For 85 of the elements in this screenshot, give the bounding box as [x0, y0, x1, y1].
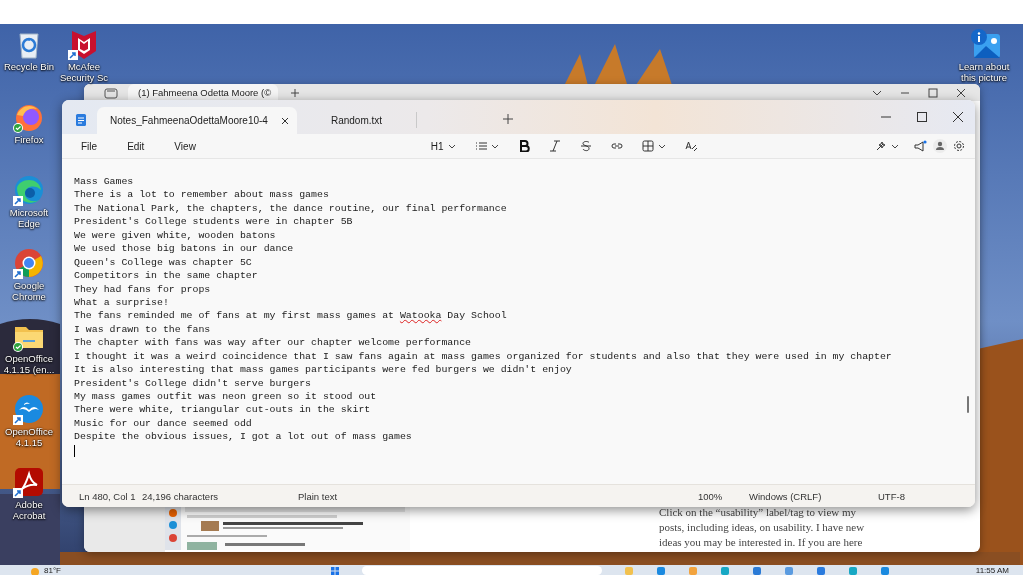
- list-icon: [474, 140, 487, 152]
- bold-icon: [517, 140, 530, 152]
- maximize-icon[interactable]: [917, 112, 927, 122]
- close-icon[interactable]: [281, 116, 289, 125]
- taskbar-app-icon[interactable]: [880, 566, 890, 575]
- windows-start-icon[interactable]: [330, 566, 340, 575]
- gulls-icon[interactable]: [13, 393, 45, 425]
- status-item: 24,196 characters: [142, 490, 220, 502]
- text-line: What a surprise!: [74, 295, 169, 310]
- heading-dropdown[interactable]: H1: [422, 137, 464, 155]
- account-icon[interactable]: [933, 139, 947, 153]
- text-line: Music for our dance seemed odd: [74, 416, 252, 431]
- text-line: The National Park, the chapters, the dance routine, our final performance: [74, 201, 507, 216]
- text-line: President's College students were in chapter 5B: [74, 215, 353, 229]
- icon-label: Adobe Acrobat: [11, 500, 47, 521]
- chrome-icon[interactable]: [13, 247, 45, 279]
- icon-label: McAfee Security Sc: [58, 62, 109, 83]
- wave-globe-icon[interactable]: [13, 174, 45, 206]
- text-line: They had fans for props: [74, 282, 211, 296]
- icon-label: OpenOffice 4.1.15: [4, 427, 54, 448]
- icon-label: Google Chrome: [11, 281, 47, 302]
- file-tab[interactable]: Notes_FahmeenaOdettaMoore10-4: [97, 107, 297, 134]
- link-icon: [610, 140, 623, 152]
- menu-item[interactable]: View: [166, 137, 204, 155]
- text-line: President's College didn't serve burgers: [74, 376, 312, 390]
- text-cursor: [74, 444, 75, 457]
- chevron-down-icon: [657, 142, 666, 150]
- status-item: Plain text: [298, 490, 339, 502]
- tab-actions-icon[interactable]: [104, 86, 118, 99]
- taskbar-app-icon[interactable]: [784, 566, 794, 575]
- italic-icon: [548, 140, 561, 152]
- text-line: I thought it was a weird coincidence that I saw fans again at mass games organized for students and also that they were used in my chapter: [74, 349, 892, 364]
- menu-item[interactable]: Edit: [119, 137, 153, 155]
- file-tab[interactable]: Random.txt: [297, 112, 417, 128]
- text-line: My mass games outfit was neon green so it stood out: [74, 390, 377, 404]
- document-icon[interactable]: [13, 466, 45, 498]
- status-item: UTF-8: [878, 490, 906, 502]
- chevron-down-icon: [447, 142, 456, 150]
- taskbar-app-icon[interactable]: [816, 566, 826, 575]
- text-line: The chapter with fans was way after our chapter welcome performance: [74, 336, 472, 350]
- text-line: The fans reminded me of fans at my first mass games at Watooka Day School: [74, 309, 507, 323]
- menu-item[interactable]: File: [73, 137, 106, 155]
- blog-text-line: posts, including ideas, on usability. I have new: [659, 520, 866, 535]
- text-line: We were given white, wooden batons: [74, 228, 276, 243]
- taskbar-app-icon[interactable]: [848, 566, 858, 575]
- notepad-icon: [75, 113, 87, 127]
- status-item: 100%: [698, 490, 724, 502]
- chevron-down-icon: [490, 142, 499, 150]
- close-icon[interactable]: [956, 87, 966, 98]
- blog-text-line: ideas you may be interested in. If you are here: [659, 535, 864, 550]
- table-icon: [641, 140, 654, 152]
- blog-text-line: Click on the “usability” label/tag to view my: [659, 505, 858, 520]
- clock[interactable]: 11:55 AM: [975, 565, 1009, 575]
- text-line: There is a lot to remember about mass games: [74, 188, 329, 202]
- text-line: Competitors in the same chapter: [74, 269, 258, 283]
- text-line: Queen's College was chapter 5C: [74, 255, 252, 270]
- chevron-down-icon: [891, 142, 899, 150]
- text-line: I was drawn to the fans: [74, 322, 211, 337]
- status-item: Ln 480, Col 1: [79, 490, 137, 502]
- new-tab-icon[interactable]: [290, 87, 300, 98]
- megaphone-icon[interactable]: [913, 139, 927, 153]
- new-tab-icon[interactable]: [503, 114, 513, 124]
- icon-label: Firefox: [13, 135, 45, 146]
- close-icon[interactable]: [953, 112, 963, 122]
- icon-label: OpenOffice 4.1.15 (en...: [2, 354, 56, 375]
- text-line: It is also interesting that mass games participants were fed burgers we didn't enjoy: [74, 363, 572, 377]
- icon-label: Learn about this picture: [957, 62, 1011, 83]
- settings-icon[interactable]: [953, 140, 965, 152]
- weather-text[interactable]: 81°F: [44, 565, 61, 575]
- text-line: Mass Games: [74, 175, 134, 189]
- text-line: We used those big batons in our dance: [74, 242, 294, 256]
- status-item: Windows (CRLF): [749, 490, 823, 502]
- spellcheck-icon: [684, 140, 697, 152]
- text-line: There were white, triangular cut-outs in the skirt: [74, 403, 371, 417]
- picture-info-icon[interactable]: [968, 28, 1000, 60]
- strikethrough-icon: [579, 140, 592, 152]
- text-line: Despite the obvious issues, I got a lot out of mass games: [74, 430, 412, 444]
- sparkle-pen-icon: [875, 140, 887, 152]
- search-field[interactable]: [362, 566, 602, 575]
- taskbar-app-icon[interactable]: [752, 566, 762, 575]
- icon-label: Microsoft Edge: [8, 208, 50, 229]
- taskbar-app-icon[interactable]: [720, 566, 730, 575]
- taskbar-app-icon[interactable]: [656, 566, 666, 575]
- icon-label: Recycle Bin: [2, 62, 56, 73]
- scrollbar-thumb[interactable]: [967, 396, 969, 413]
